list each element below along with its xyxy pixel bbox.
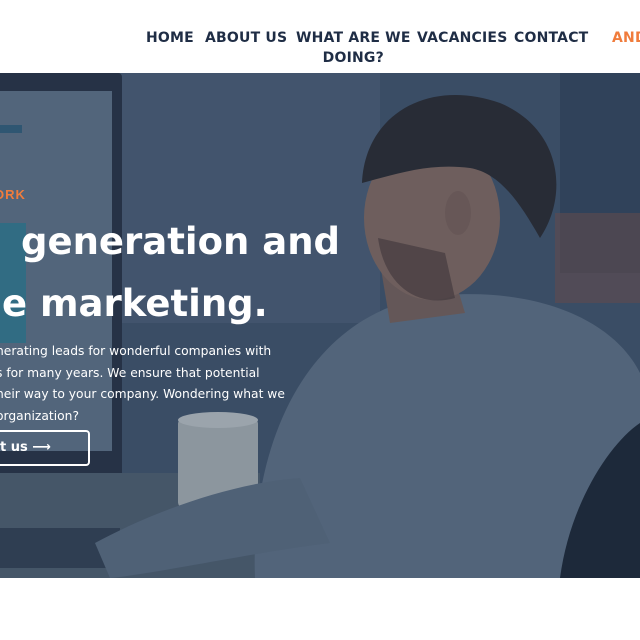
- hero-title: generation and e marketing.: [0, 211, 340, 335]
- nav-and-link[interactable]: AND: [612, 28, 640, 48]
- hero-section: ORK generation and e marketing. nerating…: [0, 73, 640, 578]
- hero-title-line1: generation and: [21, 220, 341, 263]
- hero-description: nerating leads for wonderful companies w…: [0, 341, 296, 427]
- nav-about-us-link[interactable]: ABOUT US: [205, 28, 287, 48]
- nav-what-are-we-doing-link[interactable]: WHAT ARE WE DOING?: [296, 28, 411, 68]
- nav-home-link[interactable]: HOME: [146, 28, 194, 48]
- nav-what-are-we-doing-line2: DOING?: [322, 50, 384, 66]
- nav-contact-link[interactable]: CONTACT: [514, 28, 588, 48]
- hero-description-line: s for many years. We ensure that potenti…: [0, 365, 260, 380]
- hero-description-line: nerating leads for wonderful companies w…: [0, 344, 272, 358]
- hero-description-line: organization?: [0, 408, 79, 423]
- contact-us-button[interactable]: t us ⟶: [0, 430, 90, 466]
- hero-title-line2: e marketing.: [2, 282, 268, 325]
- hero-description-line: heir way to your company. Wondering what…: [0, 387, 285, 401]
- hero-eyebrow: ORK: [0, 187, 26, 202]
- nav-vacancies-link[interactable]: VACANCIES: [417, 28, 507, 48]
- nav-what-are-we-doing-line1: WHAT ARE WE: [296, 30, 411, 46]
- top-navigation: HOME ABOUT US WHAT ARE WE DOING? VACANCI…: [0, 0, 640, 73]
